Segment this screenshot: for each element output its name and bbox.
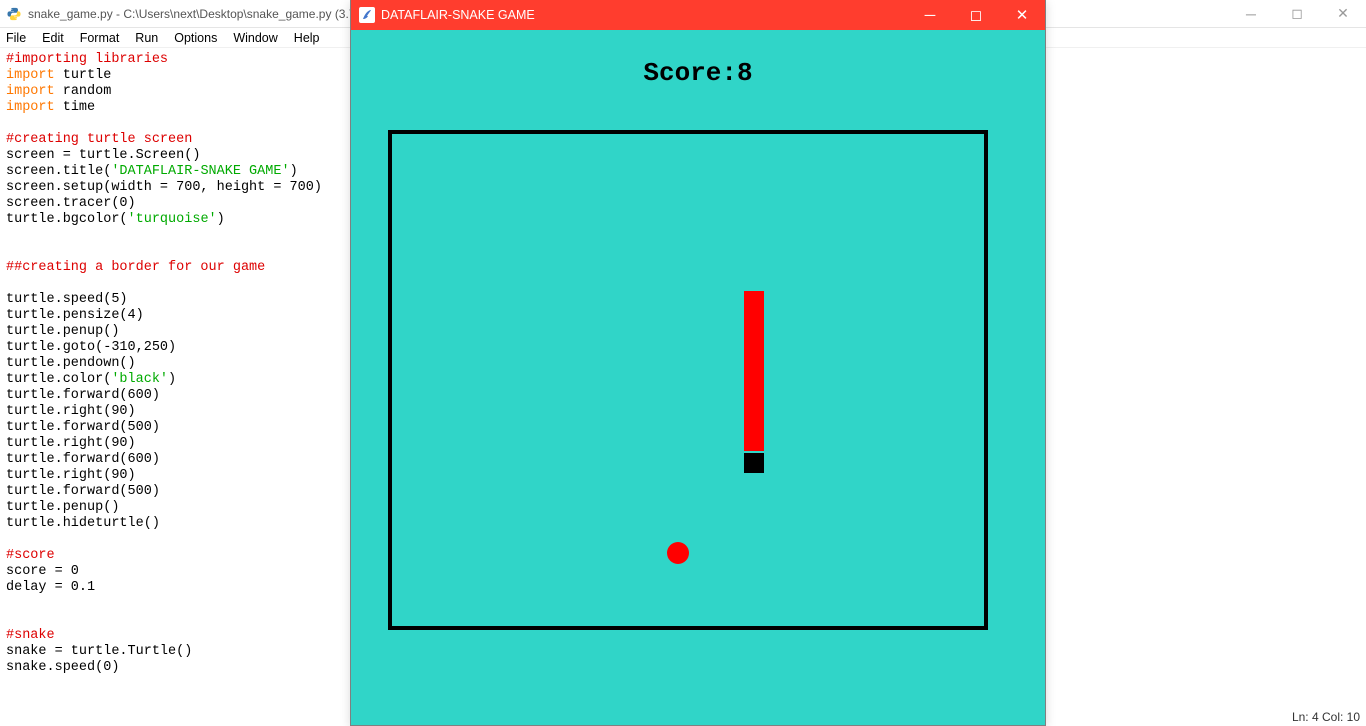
menu-edit[interactable]: Edit: [42, 31, 64, 45]
game-canvas[interactable]: Score:8: [351, 30, 1045, 725]
snake-segment: [744, 391, 764, 411]
score-label: Score:8: [351, 58, 1045, 88]
snake-segment: [744, 411, 764, 431]
game-title-text: DATAFLAIR-SNAKE GAME: [381, 8, 907, 22]
idle-window-controls: ─ ◻ ✕: [1228, 0, 1366, 27]
menu-window[interactable]: Window: [233, 31, 277, 45]
menu-options[interactable]: Options: [174, 31, 217, 45]
snake-segment: [744, 371, 764, 391]
game-window: DATAFLAIR-SNAKE GAME ─ ◻ ✕ Score:8: [350, 0, 1046, 726]
close-button[interactable]: ✕: [999, 0, 1045, 30]
python-icon: [6, 6, 22, 22]
menu-run[interactable]: Run: [135, 31, 158, 45]
idle-statusbar: Ln: 4 Col: 10: [1292, 710, 1360, 724]
menu-file[interactable]: File: [6, 31, 26, 45]
minimize-button[interactable]: ─: [907, 0, 953, 30]
maximize-button[interactable]: ◻: [1274, 0, 1320, 27]
game-titlebar: DATAFLAIR-SNAKE GAME ─ ◻ ✕: [351, 0, 1045, 30]
tk-icon: [359, 7, 375, 23]
maximize-button[interactable]: ◻: [953, 0, 999, 30]
snake-segment: [744, 311, 764, 331]
game-window-controls: ─ ◻ ✕: [907, 0, 1045, 30]
menu-format[interactable]: Format: [80, 31, 120, 45]
close-button[interactable]: ✕: [1320, 0, 1366, 27]
snake-segment: [744, 431, 764, 451]
snake-segment: [744, 351, 764, 371]
minimize-button[interactable]: ─: [1228, 0, 1274, 27]
fruit: [667, 542, 689, 564]
snake-segment: [744, 331, 764, 351]
menu-help[interactable]: Help: [294, 31, 320, 45]
snake-segment: [744, 291, 764, 311]
snake-head: [744, 453, 764, 473]
